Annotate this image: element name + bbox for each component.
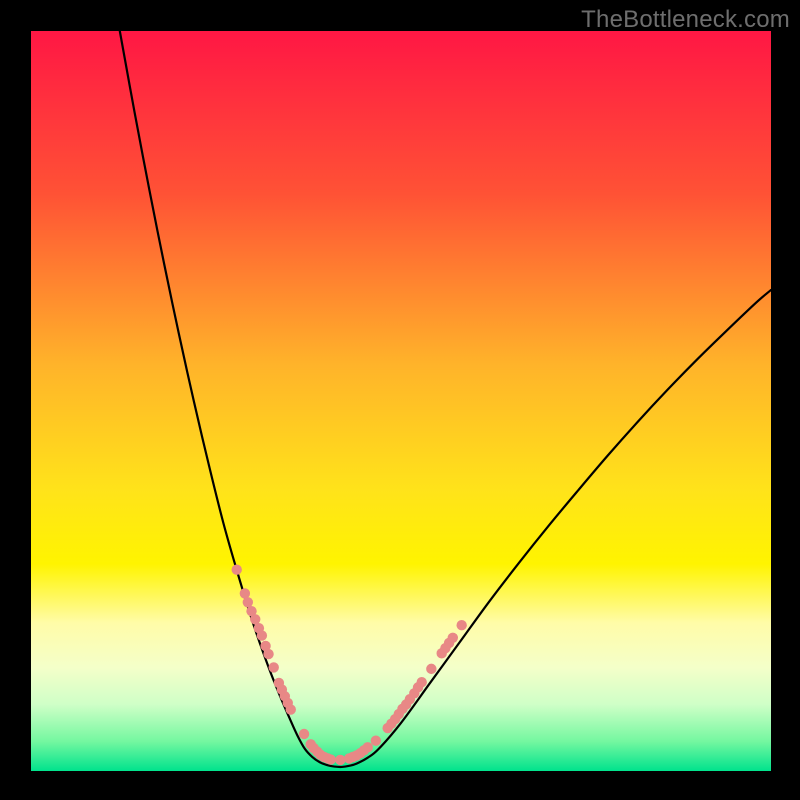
plot-area — [31, 31, 771, 771]
gradient-background — [31, 31, 771, 771]
plot-svg — [31, 31, 771, 771]
chart-stage: TheBottleneck.com — [0, 0, 800, 800]
watermark-text: TheBottleneck.com — [581, 6, 790, 34]
